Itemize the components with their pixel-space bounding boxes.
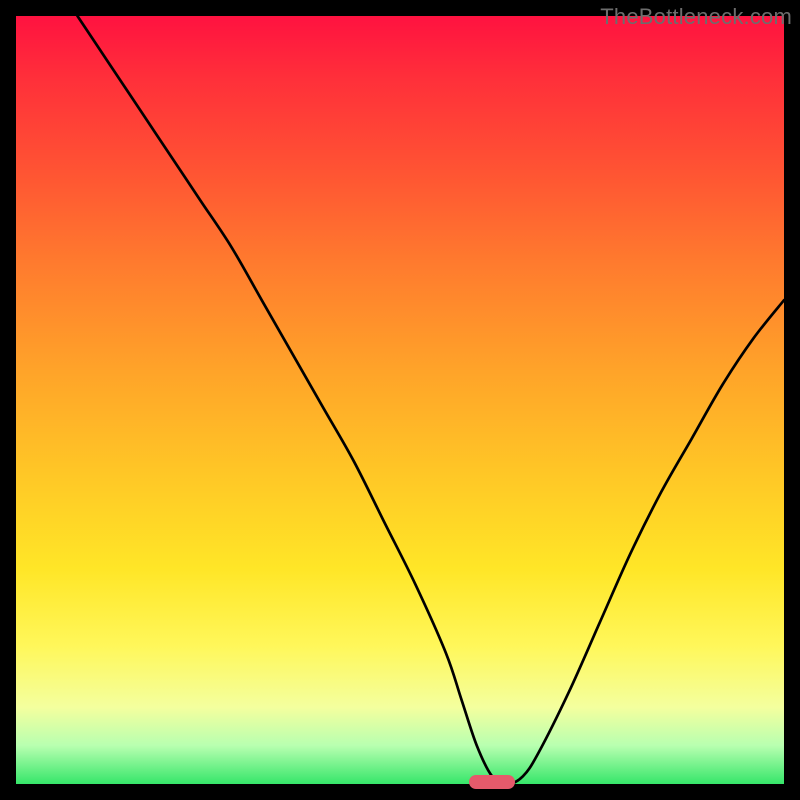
plot-area	[16, 16, 784, 784]
bottleneck-curve	[16, 16, 784, 784]
chart-container: TheBottleneck.com	[0, 0, 800, 800]
watermark-text: TheBottleneck.com	[600, 4, 792, 30]
minimum-marker	[469, 775, 515, 789]
